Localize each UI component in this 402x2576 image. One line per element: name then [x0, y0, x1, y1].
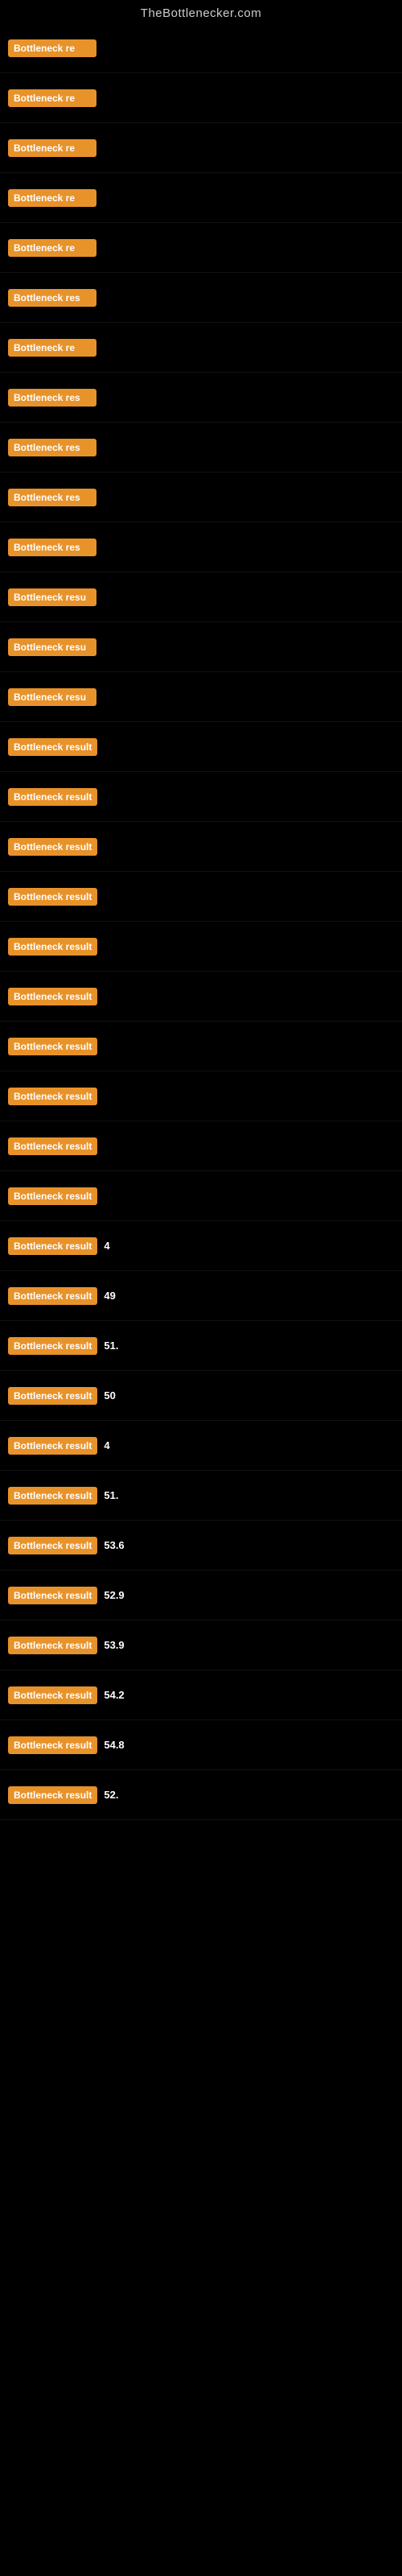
- table-row: Bottleneck result: [0, 922, 402, 972]
- bottleneck-label: Bottleneck result: [8, 1437, 97, 1455]
- bottleneck-value: 51.: [104, 1340, 118, 1352]
- bottleneck-label: Bottleneck res: [8, 439, 96, 456]
- table-row: Bottleneck result: [0, 822, 402, 872]
- table-row: Bottleneck result 53.6: [0, 1521, 402, 1571]
- bottleneck-label: Bottleneck result: [8, 938, 97, 956]
- table-row: Bottleneck result 53.9: [0, 1620, 402, 1670]
- bottleneck-label: Bottleneck result: [8, 1736, 97, 1754]
- table-row: Bottleneck resu: [0, 572, 402, 622]
- bottleneck-label: Bottleneck result: [8, 1487, 97, 1505]
- bottleneck-value: 50: [104, 1389, 115, 1402]
- table-row: Bottleneck result 54.2: [0, 1670, 402, 1720]
- bottleneck-value: 54.2: [104, 1689, 124, 1701]
- table-row: Bottleneck res: [0, 373, 402, 423]
- table-row: Bottleneck re: [0, 73, 402, 123]
- table-row: Bottleneck res: [0, 273, 402, 323]
- table-row: Bottleneck resu: [0, 672, 402, 722]
- table-row: Bottleneck result 52.: [0, 1770, 402, 1820]
- bottleneck-label: Bottleneck result: [8, 1187, 97, 1205]
- bottleneck-label: Bottleneck res: [8, 289, 96, 307]
- table-row: Bottleneck result 54.8: [0, 1720, 402, 1770]
- bottleneck-value: 53.6: [104, 1539, 124, 1551]
- bottleneck-label: Bottleneck result: [8, 1038, 97, 1055]
- table-row: Bottleneck result: [0, 1121, 402, 1171]
- bottleneck-value: 4: [104, 1439, 109, 1451]
- table-row: Bottleneck result 49: [0, 1271, 402, 1321]
- bottleneck-value: 52.9: [104, 1589, 124, 1601]
- bottleneck-label: Bottleneck result: [8, 1337, 97, 1355]
- bottleneck-label: Bottleneck result: [8, 1137, 97, 1155]
- bottleneck-label: Bottleneck re: [8, 189, 96, 207]
- table-row: Bottleneck resu: [0, 622, 402, 672]
- bottleneck-label: Bottleneck result: [8, 1637, 97, 1654]
- bottleneck-label: Bottleneck res: [8, 489, 96, 506]
- table-row: Bottleneck result: [0, 722, 402, 772]
- bottleneck-label: Bottleneck result: [8, 1088, 97, 1105]
- bottleneck-label: Bottleneck resu: [8, 588, 96, 606]
- bottleneck-label: Bottleneck result: [8, 1287, 97, 1305]
- table-row: Bottleneck res: [0, 473, 402, 522]
- bottleneck-label: Bottleneck res: [8, 389, 96, 407]
- bottleneck-value: 51.: [104, 1489, 118, 1501]
- bottleneck-label: Bottleneck re: [8, 39, 96, 57]
- bottleneck-value: 54.8: [104, 1739, 124, 1751]
- table-row: Bottleneck re: [0, 223, 402, 273]
- table-row: Bottleneck result 52.9: [0, 1571, 402, 1620]
- table-row: Bottleneck result 4: [0, 1221, 402, 1271]
- bottleneck-label: Bottleneck result: [8, 1387, 97, 1405]
- table-row: Bottleneck result 4: [0, 1421, 402, 1471]
- bottleneck-label: Bottleneck result: [8, 1587, 97, 1604]
- table-row: Bottleneck result 51.: [0, 1321, 402, 1371]
- bottleneck-label: Bottleneck re: [8, 139, 96, 157]
- bottleneck-label: Bottleneck resu: [8, 638, 96, 656]
- bottleneck-label: Bottleneck re: [8, 239, 96, 257]
- table-row: Bottleneck result: [0, 1022, 402, 1071]
- bottleneck-label: Bottleneck result: [8, 1537, 97, 1554]
- bottleneck-label: Bottleneck result: [8, 1786, 97, 1804]
- bottleneck-label: Bottleneck result: [8, 788, 97, 806]
- table-row: Bottleneck result: [0, 1171, 402, 1221]
- bottleneck-value: 52.: [104, 1789, 118, 1801]
- header: TheBottlenecker.com: [0, 0, 402, 23]
- table-row: Bottleneck res: [0, 423, 402, 473]
- table-row: Bottleneck result 50: [0, 1371, 402, 1421]
- table-row: Bottleneck result 51.: [0, 1471, 402, 1521]
- bottleneck-label: Bottleneck result: [8, 988, 97, 1005]
- bottleneck-label: Bottleneck resu: [8, 688, 96, 706]
- bottleneck-value: 53.9: [104, 1639, 124, 1651]
- bottleneck-label: Bottleneck result: [8, 838, 97, 856]
- table-row: Bottleneck re: [0, 23, 402, 73]
- bottleneck-label: Bottleneck result: [8, 1237, 97, 1255]
- bottleneck-label: Bottleneck re: [8, 339, 96, 357]
- bottleneck-label: Bottleneck result: [8, 738, 97, 756]
- table-row: Bottleneck result: [0, 772, 402, 822]
- table-row: Bottleneck res: [0, 522, 402, 572]
- bottleneck-label: Bottleneck re: [8, 89, 96, 107]
- table-row: Bottleneck re: [0, 323, 402, 373]
- table-row: Bottleneck result: [0, 872, 402, 922]
- bottleneck-label: Bottleneck result: [8, 888, 97, 906]
- site-title: TheBottlenecker.com: [0, 0, 402, 23]
- bottleneck-label: Bottleneck result: [8, 1686, 97, 1704]
- table-row: Bottleneck re: [0, 173, 402, 223]
- table-row: Bottleneck re: [0, 123, 402, 173]
- bottleneck-value: 49: [104, 1290, 115, 1302]
- table-row: Bottleneck result: [0, 1071, 402, 1121]
- bottleneck-value: 4: [104, 1240, 109, 1252]
- bottleneck-label: Bottleneck res: [8, 539, 96, 556]
- table-row: Bottleneck result: [0, 972, 402, 1022]
